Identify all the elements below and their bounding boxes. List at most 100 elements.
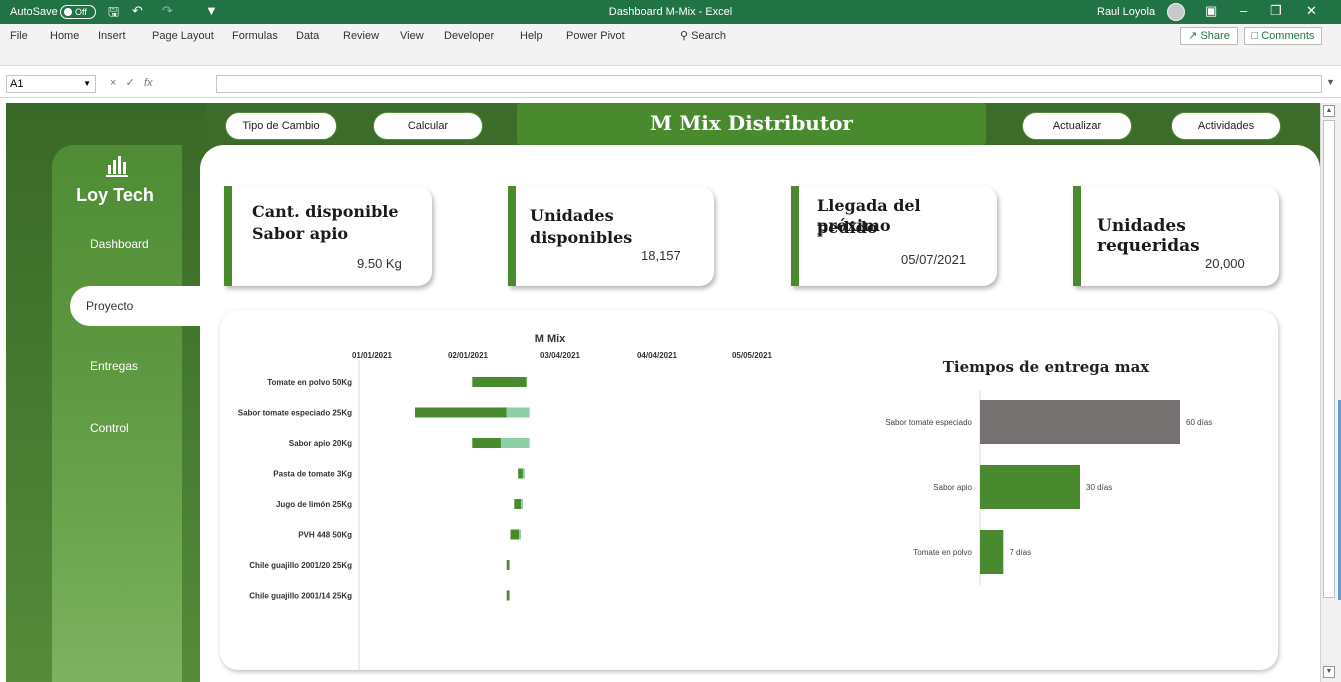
insert-function-icon[interactable]: fx — [144, 77, 153, 89]
nav-dashboard[interactable]: Dashboard — [66, 232, 186, 256]
cancel-icon[interactable]: × — [110, 77, 116, 89]
gantt-bar — [521, 499, 523, 509]
gantt-bar — [506, 407, 530, 418]
avatar[interactable] — [1167, 3, 1185, 21]
kpi-accent — [1073, 186, 1081, 286]
kpi-label: Unidades requeridas — [1097, 216, 1200, 256]
restore-icon[interactable]: ❐ — [1270, 3, 1282, 19]
category-label: Chile guajillo 2001/14 25Kg — [249, 592, 352, 601]
kpi-card-apio: Cant. disponible Sabor apio 9.50 Kg — [224, 186, 432, 286]
kpi-card-unidades: Unidades disponibles 18,157 — [508, 186, 714, 286]
category-label: Sabor apio — [933, 483, 972, 492]
name-box-value: A1 — [10, 78, 24, 90]
close-icon[interactable]: ✕ — [1306, 3, 1317, 19]
logo-bars-icon — [106, 156, 128, 177]
gantt-bar — [506, 560, 510, 570]
category-label: Tomate en polvo 50Kg — [267, 378, 352, 387]
category-label: Tomate en polvo — [913, 548, 972, 557]
kpi-value: 20,000 — [1205, 256, 1245, 271]
x-tick-label: 05/05/2021 — [732, 351, 773, 360]
lead-time-bar — [980, 530, 1004, 574]
kpi-accent — [224, 186, 232, 286]
gantt-bar — [518, 468, 523, 479]
comments-button[interactable]: □ Comments — [1244, 27, 1322, 45]
kpi-card-llegada: Llegada del próximo pedido 05/07/2021 — [791, 186, 997, 286]
tab-review[interactable]: Review — [343, 30, 379, 42]
scroll-down-icon[interactable]: ▼ — [1323, 666, 1335, 678]
search-label: Search — [691, 30, 726, 42]
expand-formula-icon[interactable]: ▼ — [1326, 77, 1335, 87]
tipo-de-cambio-button[interactable]: Tipo de Cambio — [225, 112, 337, 140]
data-label: 7 días — [1009, 548, 1031, 557]
actividades-button[interactable]: Actividades — [1171, 112, 1281, 140]
chart-title: Tiempos de entrega max — [943, 358, 1151, 376]
actualizar-button[interactable]: Actualizar — [1022, 112, 1132, 140]
tab-data[interactable]: Data — [296, 30, 319, 42]
category-label: Sabor apio 20Kg — [289, 439, 352, 448]
gantt-bar — [522, 468, 525, 479]
kpi-value: 05/07/2021 — [901, 252, 967, 267]
category-label: Chile guajillo 2001/20 25Kg — [249, 561, 352, 570]
lead-time-bar — [980, 400, 1180, 444]
category-label: Sabor tomate especiado 25Kg — [238, 409, 352, 418]
comments-label: Comments — [1261, 30, 1315, 42]
ribbon-display-icon[interactable]: ▣ — [1205, 3, 1217, 19]
lead-time-chart[interactable]: Tiempos de entrega max Sabor tomate espec… — [820, 310, 1260, 610]
ribbon-tabs: File Home Insert Page Layout Formulas Da… — [0, 24, 1341, 66]
x-tick-label: 02/01/2021 — [448, 351, 489, 360]
gantt-bar — [519, 529, 522, 540]
data-label: 60 días — [1186, 418, 1212, 427]
data-label: 30 días — [1086, 483, 1112, 492]
gantt-bar — [472, 377, 527, 387]
search-box[interactable]: ⚲ Search — [680, 29, 726, 42]
kpi-label-2: pedido — [817, 218, 878, 237]
tab-home[interactable]: Home — [50, 30, 79, 42]
share-button[interactable]: ↗ Share — [1180, 27, 1238, 45]
kpi-accent — [508, 186, 516, 286]
title-bar: AutoSave Off 🖫 ↶ ↷ ▼ Dashboard M-Mix - E… — [0, 0, 1341, 24]
user-name[interactable]: Raul Loyola — [1097, 6, 1155, 18]
calcular-button[interactable]: Calcular — [373, 112, 483, 140]
kpi-label-2: disponibles — [530, 228, 633, 247]
x-tick-label: 03/04/2021 — [540, 351, 581, 360]
gantt-bar — [472, 438, 501, 448]
chevron-down-icon[interactable]: ▼ — [83, 76, 91, 92]
x-tick-label: 01/01/2021 — [352, 351, 393, 360]
formula-input[interactable] — [216, 75, 1322, 93]
chart-title: M Mix — [535, 333, 566, 345]
banner-title: M Mix Distributor — [517, 103, 986, 145]
kpi-value: 9.50 Kg — [357, 256, 402, 271]
kpi-label: Cant. disponible — [252, 202, 399, 221]
nav-proyecto[interactable]: Proyecto — [70, 286, 210, 326]
search-icon: ⚲ — [680, 30, 689, 42]
gantt-bar — [415, 407, 507, 418]
kpi-label-2: Sabor apio — [252, 224, 349, 243]
scroll-thumb[interactable] — [1323, 120, 1335, 598]
tab-view[interactable]: View — [400, 30, 424, 42]
lead-time-bar — [980, 465, 1080, 509]
category-label: Pasta de tomate 3Kg — [273, 470, 352, 479]
gantt-bar — [500, 438, 530, 448]
logo-text: Loy Tech — [76, 185, 154, 205]
kpi-value: 18,157 — [641, 248, 681, 263]
kpi-accent — [791, 186, 799, 286]
name-box[interactable]: A1 ▼ — [6, 75, 96, 93]
enter-icon[interactable]: ✓ — [126, 77, 135, 89]
tab-formulas[interactable]: Formulas — [232, 30, 278, 42]
share-label: Share — [1200, 30, 1230, 42]
gantt-bar — [514, 499, 522, 509]
formula-buttons: × ✓ fx — [110, 76, 153, 89]
scroll-up-icon[interactable]: ▲ — [1323, 105, 1335, 117]
tab-help[interactable]: Help — [520, 30, 543, 42]
category-label: PVH 448 50Kg — [298, 531, 352, 540]
nav-entregas[interactable]: Entregas — [66, 354, 186, 378]
tab-file[interactable]: File — [10, 30, 28, 42]
minimize-icon[interactable]: – — [1240, 3, 1247, 18]
nav-control[interactable]: Control — [66, 416, 186, 440]
tab-developer[interactable]: Developer — [444, 30, 494, 42]
tab-page-layout[interactable]: Page Layout — [152, 30, 214, 42]
category-label: Sabor tomate especiado — [885, 418, 972, 427]
gantt-chart[interactable]: M Mix 01/01/2021 02/01/2021 03/04/2021 04/04… — [220, 310, 800, 670]
tab-power-pivot[interactable]: Power Pivot — [566, 30, 625, 42]
tab-insert[interactable]: Insert — [98, 30, 126, 42]
